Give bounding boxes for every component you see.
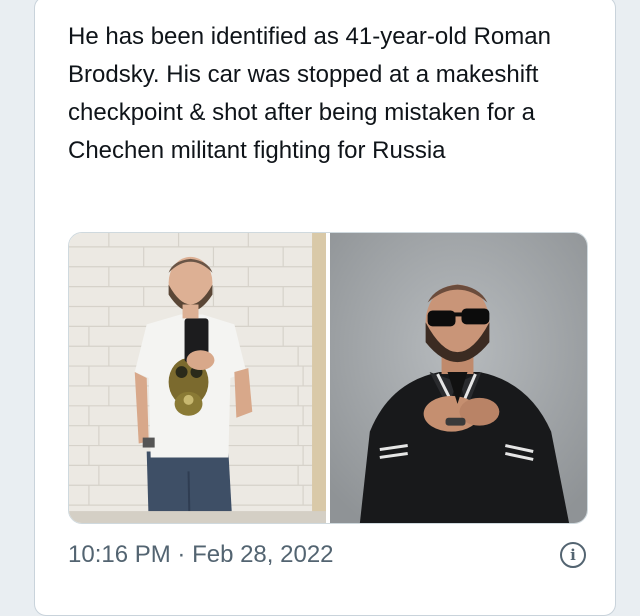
info-glyph: i	[570, 546, 576, 564]
tweet-date: Feb 28, 2022	[192, 541, 334, 568]
tweet-meta-row: 10:16 PM · Feb 28, 2022 i	[68, 537, 588, 573]
photo-man-sunglasses-jacket	[329, 233, 587, 523]
photo-right[interactable]	[329, 233, 587, 523]
tweet-time: 10:16 PM	[68, 541, 171, 568]
info-icon[interactable]: i	[560, 542, 586, 568]
photo-left[interactable]	[69, 233, 326, 523]
timestamp-separator: ·	[170, 541, 193, 568]
tweet-media-grid[interactable]	[68, 232, 588, 524]
tweet-text: He has been identified as 41-year-old Ro…	[68, 23, 551, 164]
tweet-timestamp[interactable]: 10:16 PM · Feb 28, 2022	[68, 541, 334, 569]
photo-man-mirror-selfie	[69, 233, 326, 523]
tweet-card[interactable]: He has been identified as 41-year-old Ro…	[34, 0, 616, 616]
